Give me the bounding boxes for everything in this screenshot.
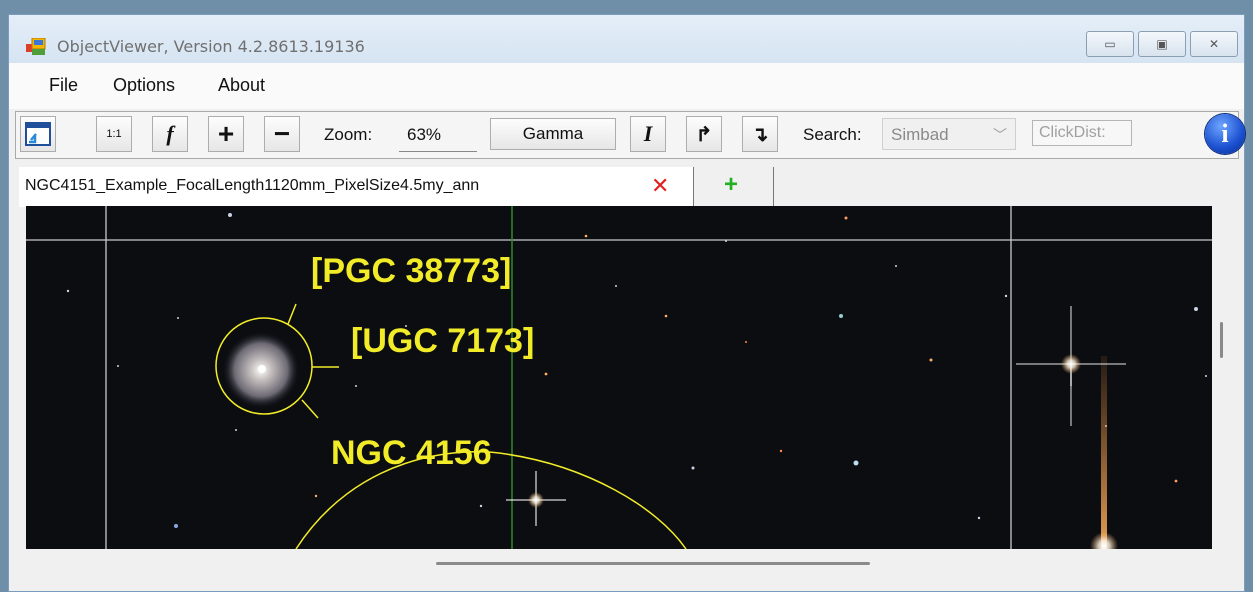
- close-tab-icon[interactable]: ✕: [651, 173, 669, 199]
- search-label: Search:: [803, 125, 862, 144]
- chevron-down-icon: ﹀: [993, 127, 1007, 143]
- zoom-field[interactable]: 63%: [399, 116, 477, 152]
- annotation-ugc7173: [UGC 7173]: [351, 322, 534, 360]
- app-icon: [26, 38, 46, 55]
- clickdist-field[interactable]: ClickDist:: [1032, 120, 1132, 146]
- info-icon: i: [1221, 119, 1229, 148]
- info-button[interactable]: i: [1205, 114, 1245, 154]
- horizontal-scrollbar[interactable]: [26, 549, 1212, 579]
- galaxy-core: [258, 365, 266, 373]
- menu-about[interactable]: About: [218, 75, 265, 96]
- title-bar[interactable]: ObjectViewer, Version 4.2.8613.19136 ▭ ▣…: [9, 15, 1244, 63]
- search-catalog-value: Simbad: [891, 125, 949, 144]
- zoom-in-button[interactable]: +: [208, 116, 244, 152]
- flip-vertical-button[interactable]: ↴: [742, 116, 778, 152]
- window-controls: ▭ ▣ ✕: [1086, 31, 1238, 57]
- image-viewer[interactable]: [PGC 38773] [UGC 7173] NGC 4156: [26, 206, 1212, 549]
- search-catalog-select[interactable]: Simbad ﹀: [882, 118, 1016, 150]
- tab-image-label: NGC4151_Example_FocalLength1120mm_PixelS…: [25, 177, 480, 194]
- one-to-one-label: 1:1: [106, 128, 122, 140]
- one-to-one-button[interactable]: 1:1: [96, 116, 132, 152]
- fit-window-button[interactable]: [20, 116, 56, 152]
- close-button[interactable]: ✕: [1190, 31, 1238, 57]
- menu-options[interactable]: Options: [113, 75, 175, 96]
- tab-strip: NGC4151_Example_FocalLength1120mm_PixelS…: [19, 167, 1229, 207]
- vertical-scrollbar[interactable]: [1212, 206, 1230, 549]
- tab-image[interactable]: NGC4151_Example_FocalLength1120mm_PixelS…: [19, 167, 694, 207]
- gamma-button[interactable]: Gamma: [490, 118, 616, 150]
- minus-icon: −: [273, 118, 291, 149]
- toolbar: 1:1 f + − Zoom: 63% Gamma I ↱ ↴ Search: …: [15, 111, 1245, 159]
- add-tab-icon: +: [724, 171, 739, 198]
- function-icon: f: [166, 121, 174, 146]
- invert-button[interactable]: I: [630, 116, 666, 152]
- plus-icon: +: [217, 118, 235, 149]
- tab-add[interactable]: +: [694, 167, 774, 207]
- sky-background: [26, 206, 1212, 549]
- vertical-scroll-thumb[interactable]: [1220, 322, 1223, 358]
- minimize-icon: ▭: [1104, 37, 1116, 51]
- maximize-button[interactable]: ▣: [1138, 31, 1186, 57]
- minimize-button[interactable]: ▭: [1086, 31, 1134, 57]
- zoom-label: Zoom:: [324, 125, 373, 144]
- annotation-ngc4156: NGC 4156: [331, 434, 492, 472]
- flip-vertical-icon: ↴: [751, 123, 769, 146]
- annotation-pgc38773: [PGC 38773]: [311, 252, 511, 290]
- horizontal-scroll-thumb[interactable]: [436, 562, 870, 565]
- close-icon: ✕: [1208, 37, 1220, 51]
- sky-image[interactable]: [PGC 38773] [UGC 7173] NGC 4156: [26, 206, 1212, 549]
- function-button[interactable]: f: [152, 116, 188, 152]
- flip-horizontal-button[interactable]: ↱: [686, 116, 722, 152]
- menu-file[interactable]: File: [49, 75, 78, 96]
- invert-icon: I: [643, 121, 653, 146]
- maximize-icon: ▣: [1156, 37, 1168, 51]
- zoom-out-button[interactable]: −: [264, 116, 300, 152]
- flip-horizontal-icon: ↱: [695, 123, 713, 146]
- window-title: ObjectViewer, Version 4.2.8613.19136: [57, 37, 365, 56]
- window-fit-icon: [25, 122, 51, 146]
- menu-bar: File Options About: [9, 63, 1244, 109]
